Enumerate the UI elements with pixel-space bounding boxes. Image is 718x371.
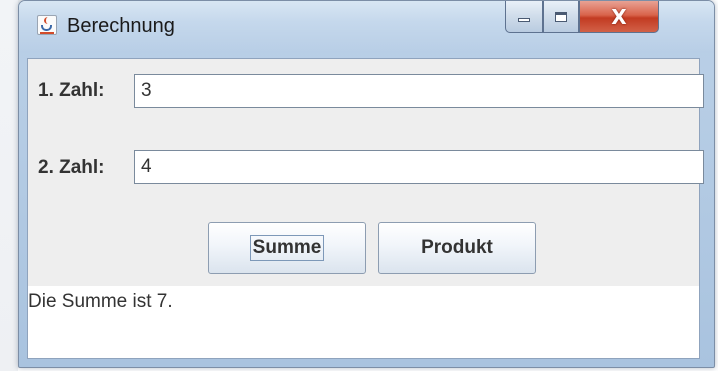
- java-cup-icon[interactable]: [37, 15, 57, 35]
- minimize-icon: [518, 17, 530, 22]
- summe-button-label: Summe: [249, 235, 325, 261]
- produkt-button[interactable]: Produkt: [378, 222, 536, 274]
- field1-label: 1. Zahl:: [38, 80, 105, 101]
- summe-button[interactable]: Summe: [208, 222, 366, 274]
- maximize-icon: [555, 11, 567, 22]
- app-window: Berechnung X 1. Zahl: 2. Zahl: Summe Pro…: [18, 0, 715, 368]
- result-area: Die Summe ist 7.: [28, 286, 699, 358]
- result-text: Die Summe ist 7.: [28, 291, 173, 312]
- maximize-button[interactable]: [543, 1, 579, 33]
- number2-input[interactable]: [134, 150, 704, 184]
- produkt-button-label: Produkt: [421, 237, 493, 258]
- minimize-button[interactable]: [505, 1, 543, 33]
- field2-label: 2. Zahl:: [38, 157, 105, 178]
- number1-input[interactable]: [134, 74, 704, 108]
- close-button[interactable]: X: [579, 1, 659, 33]
- close-icon: X: [611, 4, 627, 29]
- title-bar[interactable]: Berechnung X: [19, 1, 714, 53]
- content-panel: 1. Zahl: 2. Zahl: Summe Produkt Die Summ…: [27, 58, 704, 359]
- desktop-edge: [0, 0, 18, 371]
- window-title: Berechnung: [67, 15, 175, 37]
